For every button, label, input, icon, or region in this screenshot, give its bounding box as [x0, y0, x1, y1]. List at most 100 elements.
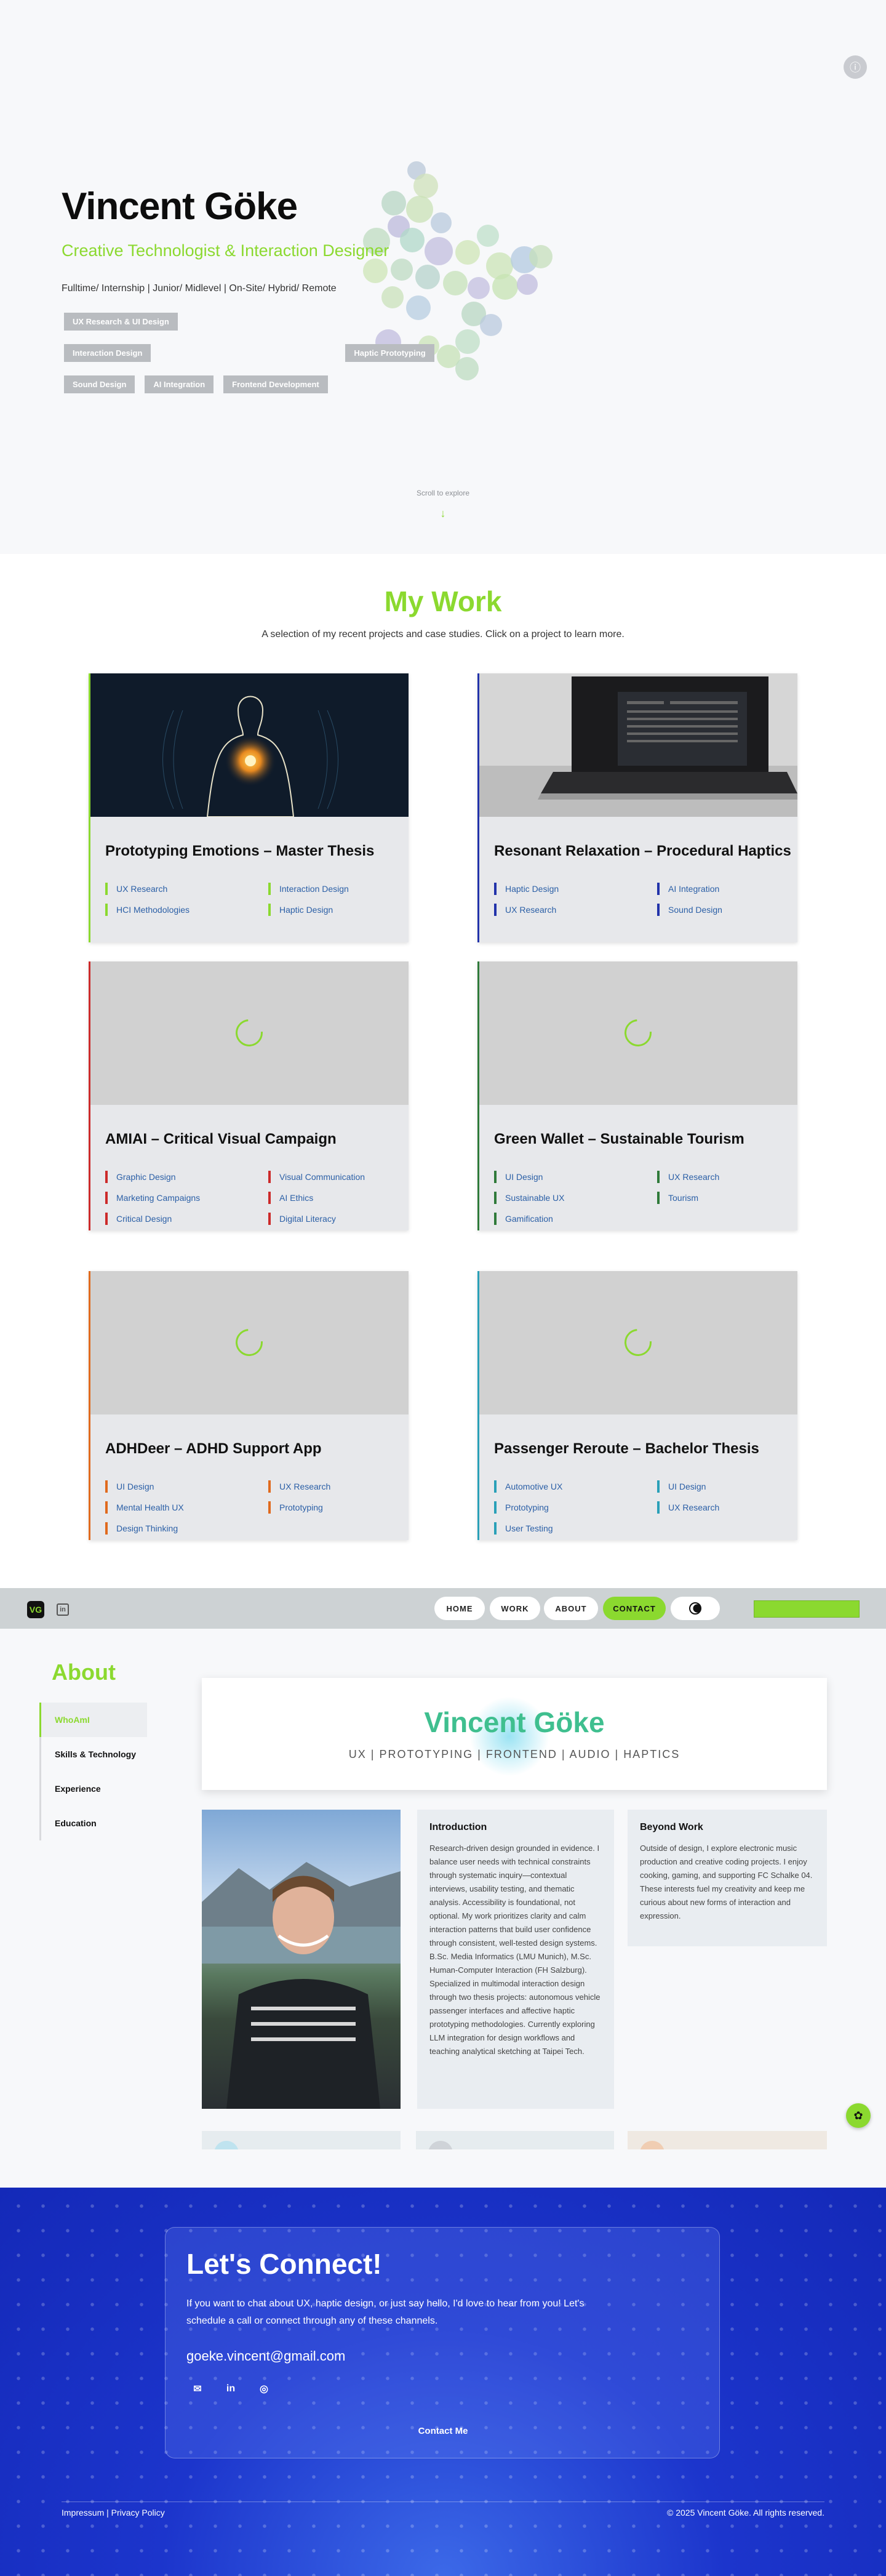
project-card[interactable]: Passenger Reroute – Bachelor Thesis Auto… [477, 1271, 797, 1540]
project-tag: UI Design [494, 1171, 657, 1183]
project-tag: User Testing [494, 1522, 657, 1535]
project-image-placeholder [90, 1271, 409, 1414]
project-tag: UX Research [105, 883, 268, 895]
work-section: My Work A selection of my recent project… [0, 554, 886, 1588]
project-title[interactable]: Passenger Reroute – Bachelor Thesis [494, 1440, 759, 1458]
project-tag: Prototyping [494, 1501, 657, 1514]
contrast-icon [689, 1602, 701, 1615]
linkedin-icon[interactable]: in [57, 1603, 69, 1616]
loading-spinner-icon [230, 1323, 268, 1362]
project-tag: AI Integration [657, 883, 783, 895]
project-tag: UX Research [657, 1171, 783, 1183]
beyond-title: Beyond Work [640, 1822, 703, 1832]
skill-tag: Sound Design [64, 375, 135, 393]
nav-contact[interactable]: CONTACT [603, 1597, 666, 1620]
project-tag: Haptic Design [268, 904, 394, 916]
project-card[interactable]: AMIAI – Critical Visual Campaign Graphic… [89, 961, 409, 1230]
side-item-education[interactable]: Education [41, 1806, 147, 1840]
card-peek [628, 2131, 827, 2149]
project-tag: Critical Design [105, 1213, 268, 1225]
top-navbar: VG in HOME WORK ABOUT CONTACT [0, 1588, 886, 1629]
footer-links[interactable]: Impressum | Privacy Policy [62, 2508, 165, 2518]
work-title: My Work [384, 585, 502, 617]
arrow-down-icon[interactable]: ↓ [0, 507, 886, 520]
logo[interactable]: VG [27, 1601, 44, 1618]
theme-toggle[interactable] [671, 1597, 720, 1620]
project-tag: Haptic Design [494, 883, 657, 895]
puzzle-icon[interactable]: ✿ [846, 2103, 871, 2128]
beyond-work-card: Beyond Work Outside of design, I explore… [628, 1810, 827, 1946]
footer-copyright: © 2025 Vincent Göke. All rights reserved… [667, 2508, 824, 2518]
availability-text: Fulltime/ Internship | Junior/ Midlevel … [62, 283, 337, 294]
connect-text: If you want to chat about UX, haptic des… [186, 2298, 585, 2326]
project-card[interactable]: ADHDeer – ADHD Support App UI Design UX … [89, 1271, 409, 1540]
project-tag: Prototyping [268, 1501, 394, 1514]
project-tags: Graphic Design Visual Communication Mark… [105, 1171, 394, 1225]
hero-subtitle: Creative Technologist & Interaction Desi… [62, 241, 389, 260]
mail-icon[interactable]: ✉ [191, 2383, 204, 2395]
skill-tag: AI Integration [145, 375, 214, 393]
project-image-placeholder [479, 1271, 797, 1414]
skill-tags: UX Research & UI Design Interaction Desi… [64, 313, 458, 393]
info-icon[interactable]: ⓘ [844, 55, 867, 79]
social-icons: ✉ in ◎ [191, 2383, 270, 2395]
project-tag: Design Thinking [105, 1522, 268, 1535]
github-icon[interactable]: ◎ [258, 2383, 270, 2395]
project-tag: HCI Methodologies [105, 904, 268, 916]
project-card[interactable]: Prototyping Emotions – Master Thesis UX … [89, 673, 409, 942]
about-title: About [52, 1659, 116, 1685]
side-item-skills[interactable]: Skills & Technology [41, 1737, 147, 1772]
scroll-label[interactable]: Scroll to explore [0, 489, 886, 497]
profile-photo [202, 1810, 401, 2109]
nav-work[interactable]: WORK [490, 1597, 540, 1620]
work-subtitle: A selection of my recent projects and ca… [261, 629, 625, 640]
about-name: Vincent Göke [424, 1706, 605, 1738]
linkedin-icon[interactable]: in [225, 2383, 237, 2395]
project-tags: UX Research Interaction Design HCI Metho… [105, 883, 394, 916]
project-tag: Marketing Campaigns [105, 1192, 268, 1204]
project-tags: UI Design UX Research Mental Health UX P… [105, 1480, 394, 1535]
hero-section: ⓘ Vincent Göke Creative Technologist & I [0, 0, 886, 554]
project-card[interactable]: Resonant Relaxation – Procedural Haptics… [477, 673, 797, 942]
project-tag: UI Design [105, 1480, 268, 1493]
project-image-placeholder [90, 961, 409, 1105]
project-title[interactable]: ADHDeer – ADHD Support App [105, 1440, 322, 1458]
beyond-text: Outside of design, I explore electronic … [640, 1844, 813, 1920]
project-title[interactable]: Resonant Relaxation – Procedural Haptics [494, 843, 791, 860]
card-peek [416, 2131, 614, 2149]
connect-card: Let's Connect! If you want to chat about… [165, 2227, 720, 2458]
skill-tag: Frontend Development [223, 375, 328, 393]
project-card[interactable]: Green Wallet – Sustainable Tourism UI De… [477, 961, 797, 1230]
connect-section: Let's Connect! If you want to chat about… [0, 2188, 886, 2576]
project-tag: Sound Design [657, 904, 783, 916]
project-tag: Automotive UX [494, 1480, 657, 1493]
project-tag: Visual Communication [268, 1171, 394, 1183]
project-tag: UX Research [494, 904, 657, 916]
side-item-experience[interactable]: Experience [41, 1772, 147, 1806]
skill-tag: Interaction Design [64, 344, 151, 362]
contact-me-button[interactable]: Contact Me [166, 2426, 720, 2436]
project-tag: Tourism [657, 1192, 783, 1204]
project-tags: Haptic Design AI Integration UX Research… [494, 883, 783, 916]
nav-home[interactable]: HOME [434, 1597, 485, 1620]
nav-about[interactable]: ABOUT [544, 1597, 598, 1620]
project-tag: Gamification [494, 1213, 657, 1225]
loading-spinner-icon [619, 1014, 657, 1052]
project-tag: Graphic Design [105, 1171, 268, 1183]
project-tags: Automotive UX UI Design Prototyping UX R… [494, 1480, 783, 1535]
project-image [90, 673, 409, 817]
project-tag: UX Research [268, 1480, 394, 1493]
skill-tag: Haptic Prototyping [345, 344, 434, 362]
project-title[interactable]: Prototyping Emotions – Master Thesis [105, 843, 374, 860]
nav-action-button[interactable] [754, 1600, 860, 1618]
skill-tag: UX Research & UI Design [64, 313, 178, 331]
project-tag: Mental Health UX [105, 1501, 268, 1514]
project-title[interactable]: Green Wallet – Sustainable Tourism [494, 1131, 744, 1148]
card-peek [202, 2131, 401, 2149]
side-item-whoami[interactable]: WhoAmI [39, 1703, 147, 1737]
project-tag: UI Design [657, 1480, 783, 1493]
hero-name: Vincent Göke [62, 185, 298, 228]
project-title[interactable]: AMIAI – Critical Visual Campaign [105, 1131, 337, 1148]
project-tag: Digital Literacy [268, 1213, 394, 1225]
email-link[interactable]: goeke.vincent@gmail.com [186, 2348, 345, 2364]
